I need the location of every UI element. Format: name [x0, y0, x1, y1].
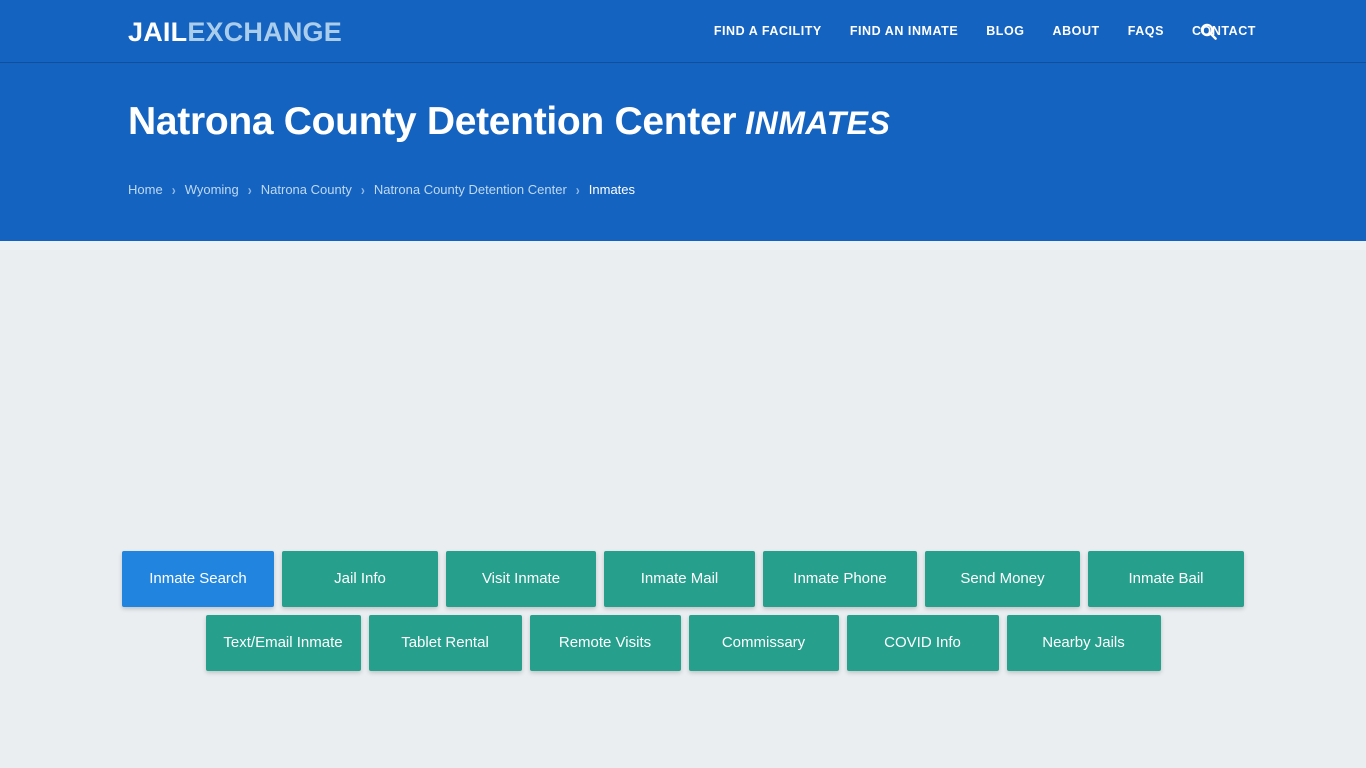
tab-visit-inmate[interactable]: Visit Inmate: [446, 551, 596, 607]
breadcrumb-item-inmates: Inmates: [588, 182, 636, 197]
tab-inmate-bail[interactable]: Inmate Bail: [1088, 551, 1244, 607]
tab-inmate-search[interactable]: Inmate Search: [122, 551, 274, 607]
page-title-facility: Natrona County Detention Center: [128, 100, 737, 143]
tab-jail-info[interactable]: Jail Info: [282, 551, 438, 607]
logo-text-jail: JAIL: [128, 17, 188, 47]
main-content: Inmate Search Jail Info Visit Inmate Inmate…: [0, 241, 1366, 768]
page-hero: Natrona County Detention Center INMATES H…: [0, 63, 1366, 241]
nav-item-find-an-inmate[interactable]: FIND AN INMATE: [836, 0, 972, 63]
page-title: Natrona County Detention Center INMATES: [128, 102, 890, 141]
top-navigation-bar: JAILEXCHANGE FIND A FACILITY FIND AN INMA…: [0, 0, 1366, 63]
tab-inmate-phone[interactable]: Inmate Phone: [763, 551, 917, 607]
nav-item-find-a-facility[interactable]: FIND A FACILITY: [700, 0, 836, 63]
nav-item-about[interactable]: ABOUT: [1039, 0, 1114, 63]
breadcrumb-item-natrona-county-detention-center[interactable]: Natrona County Detention Center: [374, 182, 567, 198]
tab-nearby-jails[interactable]: Nearby Jails: [1006, 615, 1161, 671]
tab-send-money[interactable]: Send Money: [925, 551, 1080, 607]
nav-item-faqs[interactable]: FAQs: [1114, 0, 1178, 63]
main-nav: FIND A FACILITY FIND AN INMATE BLOG ABOUT FA…: [700, 0, 1270, 63]
breadcrumb: Home › Wyoming › Natrona County › Natrona Coun…: [128, 181, 636, 199]
tab-inmate-mail[interactable]: Inmate Mail: [604, 551, 755, 607]
facility-tab-buttons: Inmate Search Jail Info Visit Inmate Inmate…: [0, 551, 1366, 671]
tab-text-email-inmate[interactable]: Text/Email Inmate: [205, 615, 361, 671]
breadcrumb-item-home[interactable]: Home: [128, 182, 163, 198]
logo-text-exchange: EXCHANGE: [187, 17, 342, 47]
tab-row-1: Inmate Search Jail Info Visit Inmate Inmate…: [0, 551, 1366, 607]
site-logo[interactable]: JAILEXCHANGE: [128, 17, 342, 47]
breadcrumb-separator-icon: ›: [171, 181, 176, 199]
tab-tablet-rental[interactable]: Tablet Rental: [368, 615, 522, 671]
breadcrumb-separator-icon: ›: [360, 181, 365, 199]
tab-covid-info[interactable]: COVID Info: [846, 615, 999, 671]
tab-commissary[interactable]: Commissary: [688, 615, 839, 671]
page-title-section: INMATES: [745, 105, 891, 141]
nav-item-blog[interactable]: BLOG: [972, 0, 1038, 63]
tab-remote-visits[interactable]: Remote Visits: [529, 615, 681, 671]
breadcrumb-separator-icon: ›: [575, 181, 580, 199]
tab-row-2: Text/Email Inmate Tablet Rental Remote Vis…: [0, 615, 1366, 671]
breadcrumb-separator-icon: ›: [247, 181, 252, 199]
breadcrumb-item-wyoming[interactable]: Wyoming: [185, 182, 239, 198]
search-icon[interactable]: [1190, 0, 1226, 63]
breadcrumb-item-natrona-county[interactable]: Natrona County: [261, 182, 352, 198]
